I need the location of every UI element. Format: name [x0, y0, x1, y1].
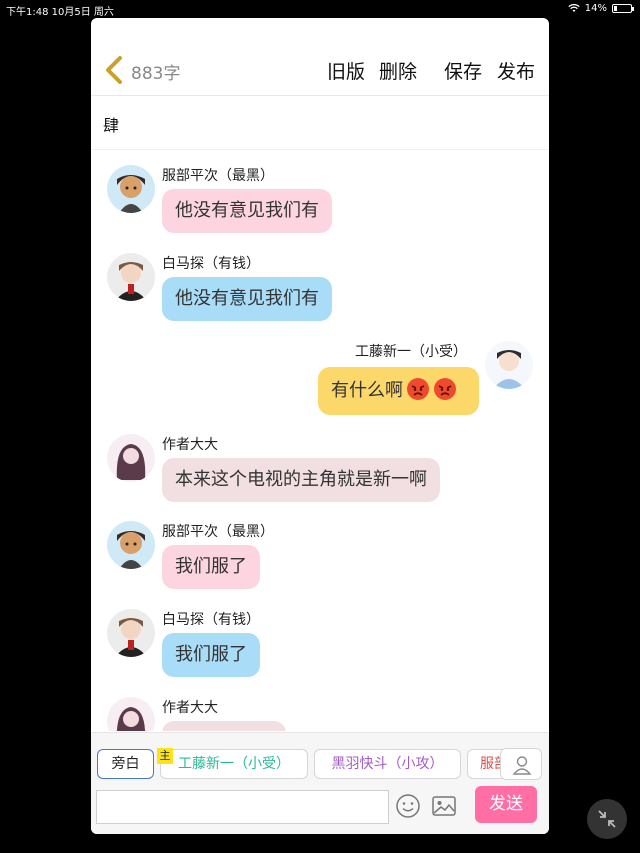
- message-input[interactable]: [96, 790, 389, 824]
- battery-percent: 14%: [584, 3, 607, 14]
- angry-face-icon: [407, 378, 429, 400]
- message-bubble[interactable]: 他没有意见我们有: [162, 189, 332, 233]
- main-role-tag: 主: [157, 748, 173, 764]
- avatar[interactable]: [107, 609, 155, 657]
- message-bubble[interactable]: 我们服了: [162, 545, 260, 589]
- publish-button[interactable]: 发布: [497, 57, 535, 84]
- chapter-title: 肆: [103, 116, 120, 135]
- word-count: 883字: [131, 64, 181, 84]
- editor-panel: 883字 旧版 删除 保存 发布 肆 服部平次（最黑） 他没有意见我们有 白马探…: [91, 18, 549, 834]
- avatar[interactable]: [107, 697, 155, 731]
- sender-name: 作者大大: [162, 437, 218, 453]
- wifi-icon: [568, 4, 580, 12]
- message-bubble[interactable]: [162, 721, 286, 731]
- chat-area[interactable]: 服部平次（最黑） 他没有意见我们有 白马探（有钱） 他没有意见我们有 工藤新一（…: [91, 151, 549, 731]
- role-chip[interactable]: 工藤新一（小受）: [160, 749, 308, 779]
- chevron-left-icon[interactable]: [103, 55, 125, 85]
- sender-name: 服部平次（最黑）: [162, 168, 274, 184]
- editor-header: 883字 旧版 删除 保存 发布: [91, 18, 549, 96]
- sender-name: 作者大大: [162, 700, 218, 716]
- role-manage-button[interactable]: [500, 748, 542, 780]
- sender-name: 工藤新一（小受）: [355, 344, 467, 360]
- image-icon[interactable]: [431, 793, 457, 819]
- send-button[interactable]: 发送: [475, 786, 537, 823]
- message-bubble[interactable]: 我们服了: [162, 633, 260, 677]
- status-time-date: 下午1:48 10月5日 周六: [6, 7, 114, 18]
- avatar[interactable]: [107, 253, 155, 301]
- avatar[interactable]: [107, 434, 155, 482]
- message-bubble[interactable]: 有什么啊: [318, 367, 479, 415]
- old-version-button[interactable]: 旧版: [327, 57, 365, 84]
- avatar[interactable]: [107, 165, 155, 213]
- message-text: 有什么啊: [331, 380, 403, 401]
- sender-name: 白马探（有钱）: [162, 612, 260, 628]
- status-bar: 下午1:48 10月5日 周六 14%: [0, 0, 640, 18]
- sender-name: 服部平次（最黑）: [162, 524, 274, 540]
- role-chip[interactable]: 黑羽快斗（小攻）: [314, 749, 461, 779]
- status-right: 14%: [568, 3, 634, 14]
- avatar[interactable]: [107, 521, 155, 569]
- collapse-icon: [598, 810, 616, 828]
- sender-name: 白马探（有钱）: [162, 256, 260, 272]
- delete-button[interactable]: 删除: [379, 57, 417, 84]
- angry-face-icon: [434, 378, 456, 400]
- avatar[interactable]: [485, 341, 533, 389]
- composer-area: 旁白 主 工藤新一（小受） 黑羽快斗（小攻） 服部 发送: [91, 732, 549, 834]
- message-bubble[interactable]: 本来这个电视的主角就是新一啊: [162, 458, 440, 502]
- smiley-icon[interactable]: [395, 793, 421, 819]
- narration-chip[interactable]: 旁白: [97, 749, 154, 779]
- message-bubble[interactable]: 他没有意见我们有: [162, 277, 332, 321]
- person-icon: [512, 756, 532, 775]
- save-button[interactable]: 保存: [444, 57, 482, 84]
- battery-icon: [612, 4, 634, 13]
- floating-collapse-button[interactable]: [587, 799, 627, 839]
- chapter-title-bar[interactable]: 肆: [91, 96, 549, 150]
